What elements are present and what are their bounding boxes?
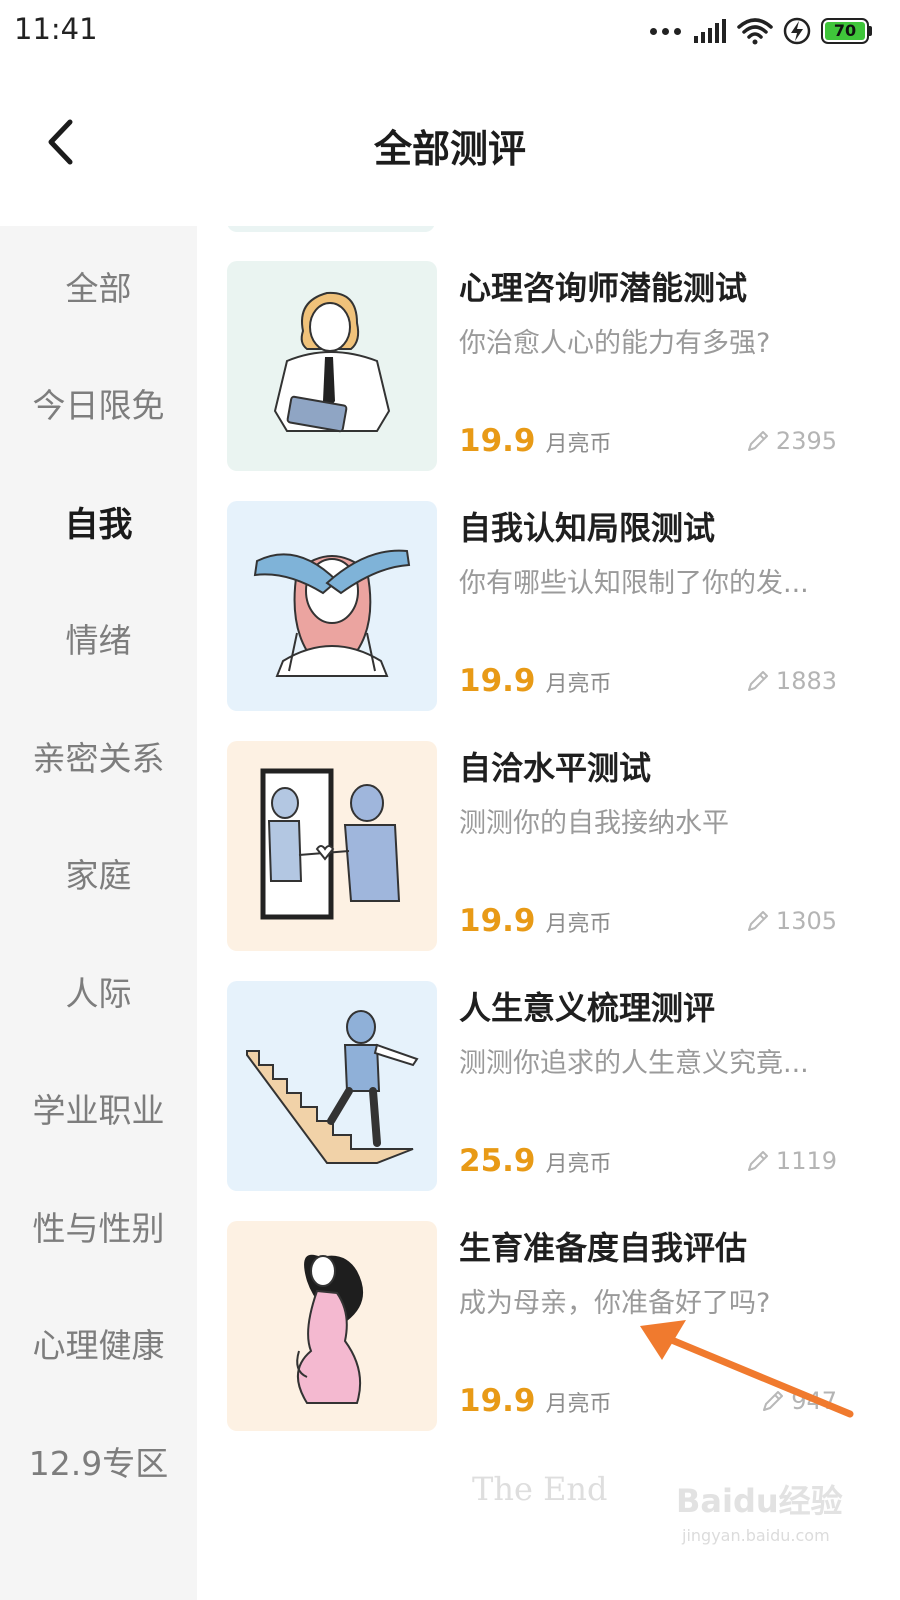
end-of-list-text: The End <box>472 1470 608 1508</box>
price-row: 19.9 月亮币 <box>459 903 612 939</box>
card-thumbnail <box>227 501 437 711</box>
sidebar-item-study-career[interactable]: 学业职业 <box>0 1058 197 1158</box>
card-price: 19.9 <box>459 663 536 699</box>
price-row: 19.9 月亮币 <box>459 1383 612 1419</box>
battery-icon: 70 <box>821 18 872 44</box>
previous-card-edge <box>227 226 435 232</box>
sidebar-item-intimacy[interactable]: 亲密关系 <box>0 706 197 806</box>
pencil-icon <box>747 911 768 931</box>
card-price: 19.9 <box>459 1383 536 1419</box>
pencil-icon <box>747 431 768 451</box>
covered-eyes-illustration-icon <box>227 501 437 711</box>
test-card[interactable]: 自我认知局限测试 你有哪些认知限制了你的发... 19.9 月亮币 1883 <box>227 501 867 711</box>
price-unit: 月亮币 <box>545 1152 612 1177</box>
price-row: 19.9 月亮币 <box>459 423 612 459</box>
baidu-watermark: Baidu经验 jingyan.baidu.com <box>672 1468 872 1558</box>
count-value: 1305 <box>775 907 837 935</box>
sidebar-item-self[interactable]: 自我 <box>0 471 197 571</box>
signal-icon <box>694 19 726 43</box>
annotation-arrow-icon <box>640 1320 854 1418</box>
price-unit: 月亮币 <box>545 672 612 697</box>
price-row: 25.9 月亮币 <box>459 1143 612 1179</box>
card-thumbnail <box>227 1221 437 1431</box>
price-row: 19.9 月亮币 <box>459 663 612 699</box>
charging-icon <box>783 17 811 45</box>
sidebar-item-free-today[interactable]: 今日限免 <box>0 353 197 453</box>
count-value: 2395 <box>775 427 837 455</box>
counselor-illustration-icon <box>227 261 437 471</box>
pregnant-woman-illustration-icon <box>227 1221 437 1431</box>
card-price: 19.9 <box>459 423 536 459</box>
price-unit: 月亮币 <box>545 432 612 457</box>
status-icons: 70 <box>650 14 872 48</box>
card-title: 心理咨询师潜能测试 <box>459 269 748 307</box>
test-card[interactable]: 人生意义梳理测评 测测你追求的人生意义究竟... 25.9 月亮币 1119 <box>227 981 867 1191</box>
sidebar-item-emotion[interactable]: 情绪 <box>0 588 197 688</box>
sidebar-item-interpersonal[interactable]: 人际 <box>0 941 197 1041</box>
page-title: 全部测评 <box>373 127 526 171</box>
participant-count: 1305 <box>746 907 837 935</box>
card-thumbnail <box>227 261 437 471</box>
sidebar-item-sex-gender[interactable]: 性与性别 <box>0 1176 197 1276</box>
category-sidebar: 全部 今日限免 自我 情绪 亲密关系 家庭 人际 学业职业 性与性别 心理健康 … <box>0 226 197 1600</box>
count-value: 1119 <box>775 1147 837 1175</box>
card-title: 自我认知局限测试 <box>459 509 716 547</box>
price-unit: 月亮币 <box>545 912 612 937</box>
card-description: 测测你的自我接纳水平 <box>459 808 729 839</box>
wifi-icon <box>737 18 773 45</box>
card-thumbnail <box>227 741 437 951</box>
sidebar-item-special-zone[interactable]: 12.9专区 <box>0 1411 197 1511</box>
header: 全部测评 <box>0 64 900 226</box>
card-title: 生育准备度自我评估 <box>459 1229 748 1267</box>
card-description: 你有哪些认知限制了你的发... <box>459 568 809 599</box>
pencil-icon <box>747 671 768 691</box>
sidebar-item-family[interactable]: 家庭 <box>0 823 197 923</box>
status-time: 11:41 <box>14 12 98 46</box>
participant-count: 1119 <box>746 1147 837 1175</box>
card-title: 自洽水平测试 <box>459 749 652 787</box>
pencil-icon <box>747 1151 768 1171</box>
mirror-illustration-icon <box>227 741 437 951</box>
stairs-illustration-icon <box>227 981 437 1191</box>
participant-count: 1883 <box>746 667 837 695</box>
watermark-url: jingyan.baidu.com <box>682 1526 830 1545</box>
card-thumbnail <box>227 981 437 1191</box>
card-price: 19.9 <box>459 903 536 939</box>
participant-count: 2395 <box>746 427 837 455</box>
status-bar: 11:41 70 <box>0 0 900 64</box>
test-card[interactable]: 心理咨询师潜能测试 你治愈人心的能力有多强? 19.9 月亮币 2395 <box>227 261 867 471</box>
card-price: 25.9 <box>459 1143 536 1179</box>
test-card[interactable]: 自洽水平测试 测测你的自我接纳水平 19.9 月亮币 1305 <box>227 741 867 951</box>
dots-icon <box>650 27 681 35</box>
sidebar-item-all[interactable]: 全部 <box>0 236 197 336</box>
sidebar-item-mental-health[interactable]: 心理健康 <box>0 1293 197 1393</box>
watermark-logo: Baidu经验 <box>676 1482 843 1520</box>
card-title: 人生意义梳理测评 <box>459 989 716 1027</box>
card-description: 你治愈人心的能力有多强? <box>459 328 771 359</box>
count-value: 1883 <box>775 667 837 695</box>
card-description: 测测你追求的人生意义究竟... <box>459 1048 809 1079</box>
battery-level: 70 <box>825 22 865 40</box>
